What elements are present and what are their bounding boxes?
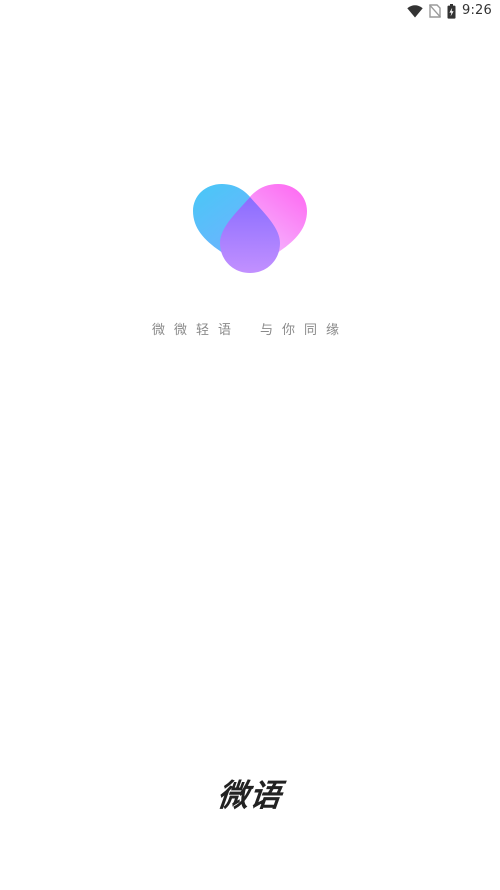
wifi-icon xyxy=(407,4,423,18)
no-sim-icon xyxy=(429,4,441,18)
status-time: 9:26 xyxy=(462,3,492,18)
status-icons: 9:26 xyxy=(407,3,492,19)
heart-droplet-logo-icon xyxy=(193,184,307,273)
status-bar: 9:26 xyxy=(0,0,500,22)
battery-charging-icon xyxy=(447,3,456,19)
slogan-part1: 微微轻语 xyxy=(151,323,240,338)
slogan-part2: 与你同缘 xyxy=(260,323,349,338)
slogan: 微微轻语 与你同缘 xyxy=(0,321,500,341)
brand-name: 微语 xyxy=(215,778,284,814)
splash-screen: 9:26 微微轻语 与你同缘 微语 xyxy=(0,0,500,890)
